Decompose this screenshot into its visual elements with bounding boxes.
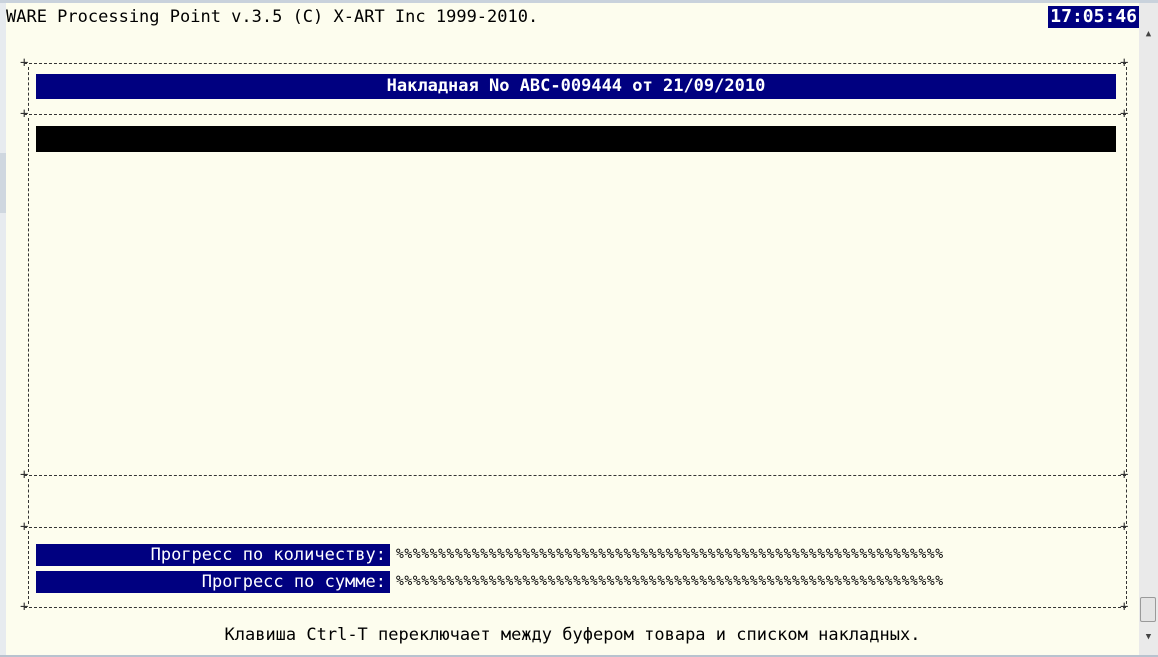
selected-list-row[interactable]: [36, 126, 1116, 152]
frame-rule-header: [24, 114, 1126, 115]
frame-side-left: [28, 531, 29, 604]
console-screen[interactable]: WARE Processing Point v.3.5 (C) X-ART In…: [6, 3, 1139, 655]
frame-corner: +: [1120, 599, 1129, 615]
frame-side-left: [28, 479, 29, 524]
terminal-window: WARE Processing Point v.3.5 (C) X-ART In…: [0, 0, 1158, 657]
scroll-down-arrow-icon[interactable]: ▼: [1139, 628, 1158, 646]
frame-rule-list-bottom: [24, 475, 1126, 476]
invoice-item-list[interactable]: [36, 152, 1116, 470]
status-line: [36, 481, 1116, 521]
sum-progress-bar: %%%%%%%%%%%%%%%%%%%%%%%%%%%%%%%%%%%%%%%%…: [396, 574, 944, 589]
quantity-progress-label: Прогресс по количеству:: [36, 544, 390, 566]
frame-corner: +: [1120, 467, 1129, 483]
scroll-thumb[interactable]: [1140, 597, 1156, 622]
frame-side-right: [1126, 479, 1127, 524]
frame-rule-top: [24, 63, 1126, 64]
clock: 17:05:46: [1048, 6, 1139, 28]
quantity-progress-bar: %%%%%%%%%%%%%%%%%%%%%%%%%%%%%%%%%%%%%%%%…: [396, 547, 944, 562]
invoice-header: Накладная No ABC-009444 от 21/09/2010: [36, 74, 1116, 99]
frame-corner: +: [1120, 519, 1129, 535]
frame-side-right: [1126, 118, 1127, 472]
keyboard-hint: Клавиша Ctrl-T переключает между буфером…: [224, 625, 921, 645]
frame-side-right: [1126, 531, 1127, 604]
frame-side-right: [1126, 67, 1127, 111]
vertical-scrollbar[interactable]: ▲ ▼: [1139, 3, 1158, 655]
frame-side-left: [28, 67, 29, 111]
frame-side-left: [28, 118, 29, 472]
frame-rule-status: [24, 527, 1126, 528]
sum-progress-label: Прогресс по сумме:: [36, 571, 390, 593]
frame-corner: +: [1120, 106, 1129, 122]
frame-corner: +: [1120, 55, 1129, 71]
scroll-up-arrow-icon[interactable]: ▲: [1139, 25, 1158, 43]
frame-rule-bottom: [24, 607, 1126, 608]
app-title: WARE Processing Point v.3.5 (C) X-ART In…: [6, 7, 539, 27]
